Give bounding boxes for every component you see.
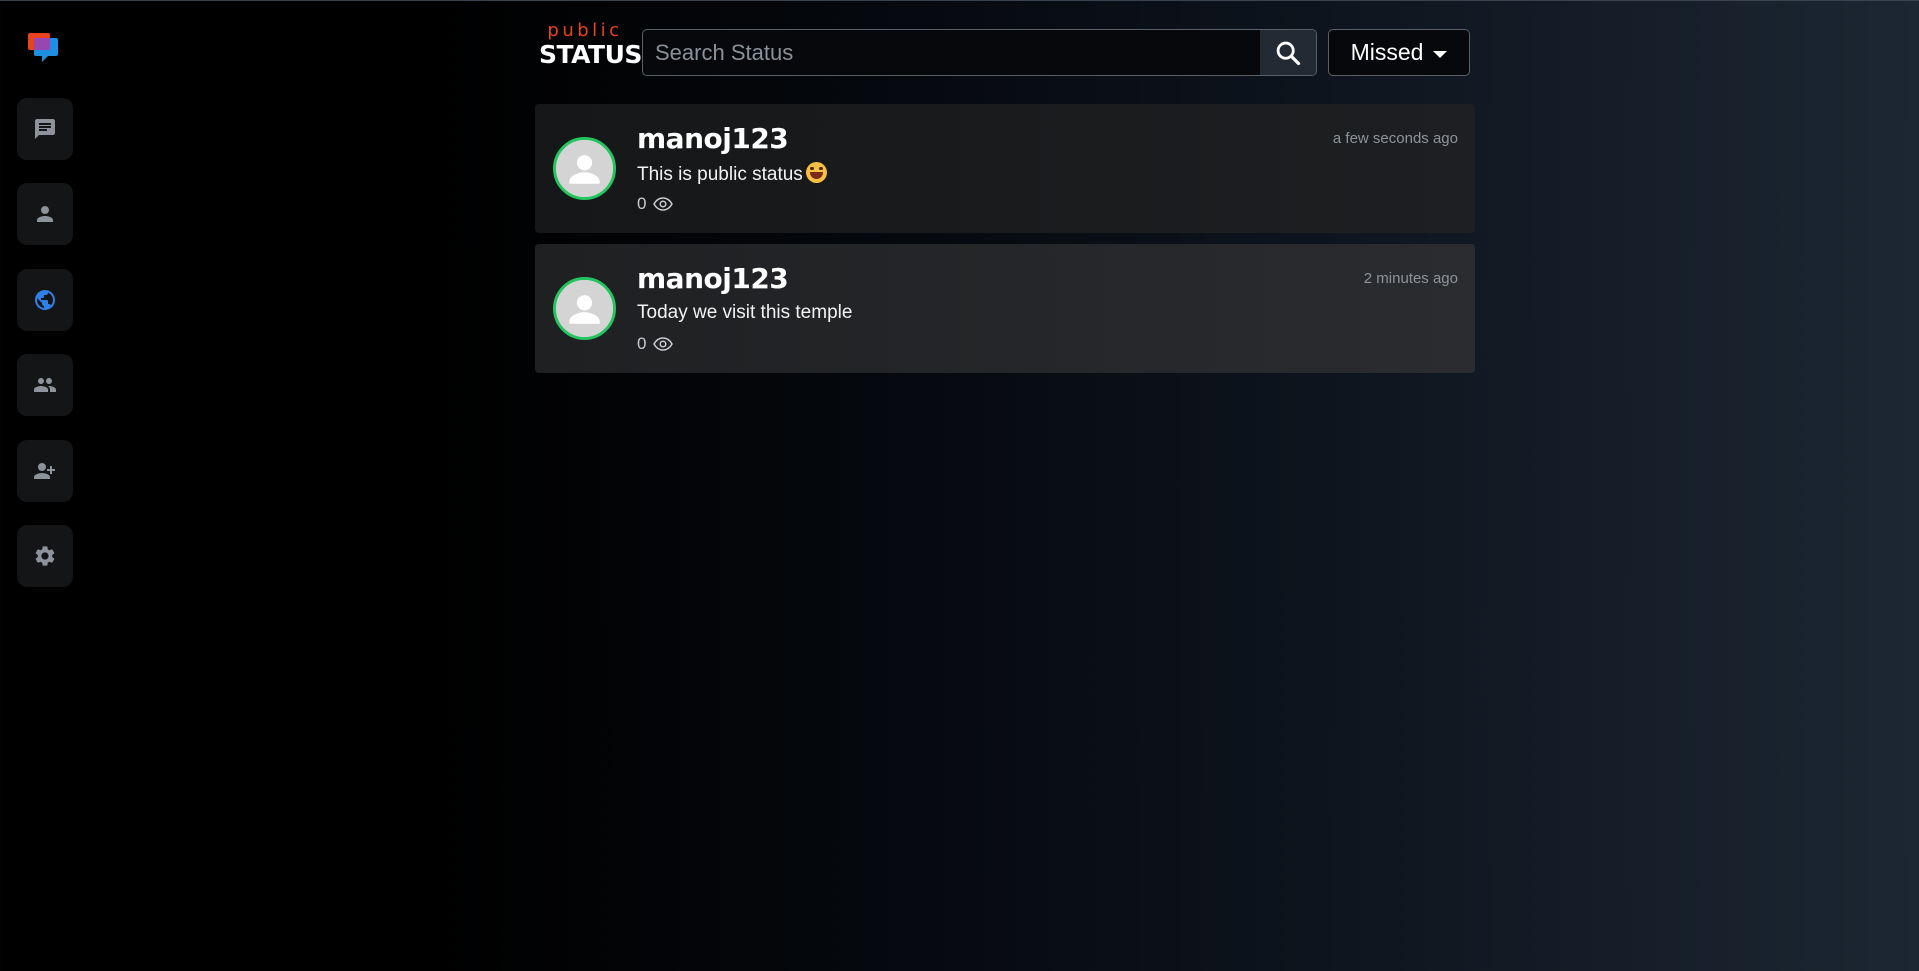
chat-bubbles-logo-icon[interactable]: [28, 33, 62, 63]
user-placeholder-icon: [556, 280, 613, 337]
user-placeholder-icon: [556, 140, 613, 197]
avatar[interactable]: [553, 137, 616, 200]
status-timestamp: a few seconds ago: [1332, 130, 1458, 147]
search-bar: [642, 29, 1317, 76]
view-count-value: 0: [637, 334, 647, 353]
sidebar-item-profile[interactable]: [17, 183, 73, 245]
status-text: This is public status: [637, 162, 827, 186]
status-username[interactable]: manoj123: [637, 122, 789, 155]
person-add-icon: [34, 463, 55, 479]
grinning-face-emoji-icon: [805, 162, 827, 183]
status-text: Today we visit this temple: [637, 302, 853, 323]
status-text-content: This is public status: [637, 164, 803, 185]
eye-icon: [653, 197, 674, 211]
eye-icon: [653, 337, 674, 351]
sidebar: [0, 1, 90, 971]
page-title: STATUS: [539, 40, 642, 69]
globe-icon: [35, 290, 55, 310]
caret-down-icon: [1433, 50, 1448, 58]
message-icon: [35, 119, 55, 139]
status-card[interactable]: manoj123 a few seconds ago This is publi…: [535, 104, 1475, 233]
person-icon: [37, 206, 53, 222]
avatar[interactable]: [553, 277, 616, 340]
gear-icon: [35, 546, 55, 566]
sidebar-item-settings[interactable]: [17, 525, 73, 587]
search-icon: [1276, 41, 1301, 65]
filter-dropdown[interactable]: Missed: [1328, 29, 1470, 76]
view-count: 0: [637, 334, 674, 354]
filter-label: Missed: [1350, 39, 1424, 65]
sidebar-item-add-friend[interactable]: [17, 440, 73, 502]
sidebar-item-groups[interactable]: [17, 354, 73, 416]
sidebar-item-public-status[interactable]: [17, 269, 73, 331]
search-input[interactable]: [643, 30, 1260, 75]
status-timestamp: 2 minutes ago: [1363, 270, 1458, 287]
sidebar-item-chats[interactable]: [17, 98, 73, 160]
brand-subtitle: public: [547, 20, 623, 41]
view-count-value: 0: [637, 194, 647, 213]
status-username[interactable]: manoj123: [637, 262, 789, 295]
people-icon: [34, 378, 56, 392]
search-button[interactable]: [1260, 30, 1316, 75]
status-card[interactable]: manoj123 2 minutes ago Today we visit th…: [535, 244, 1475, 373]
page-brand: public STATUS: [539, 20, 642, 69]
view-count: 0: [637, 194, 674, 214]
